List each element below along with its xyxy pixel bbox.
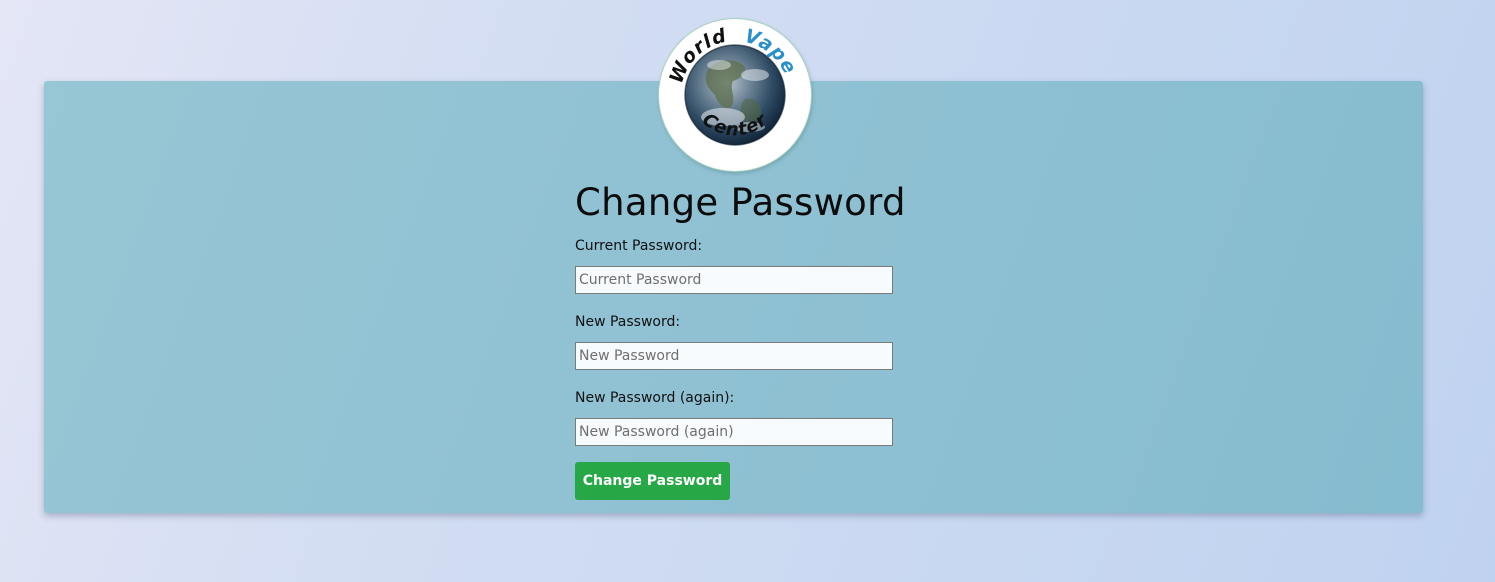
current-password-input[interactable] (575, 266, 893, 294)
current-password-label: Current Password: (575, 238, 703, 254)
world-vape-center-logo: World Vape Center (659, 19, 811, 171)
globe-logo-icon: World Vape Center (665, 25, 800, 146)
new-password-again-input[interactable] (575, 418, 893, 446)
new-password-label: New Password: (575, 314, 681, 330)
new-password-input[interactable] (575, 342, 893, 370)
new-password-again-label: New Password (again): (575, 390, 735, 406)
change-password-button[interactable]: Change Password (575, 462, 730, 500)
page-title: Change Password (575, 181, 906, 224)
